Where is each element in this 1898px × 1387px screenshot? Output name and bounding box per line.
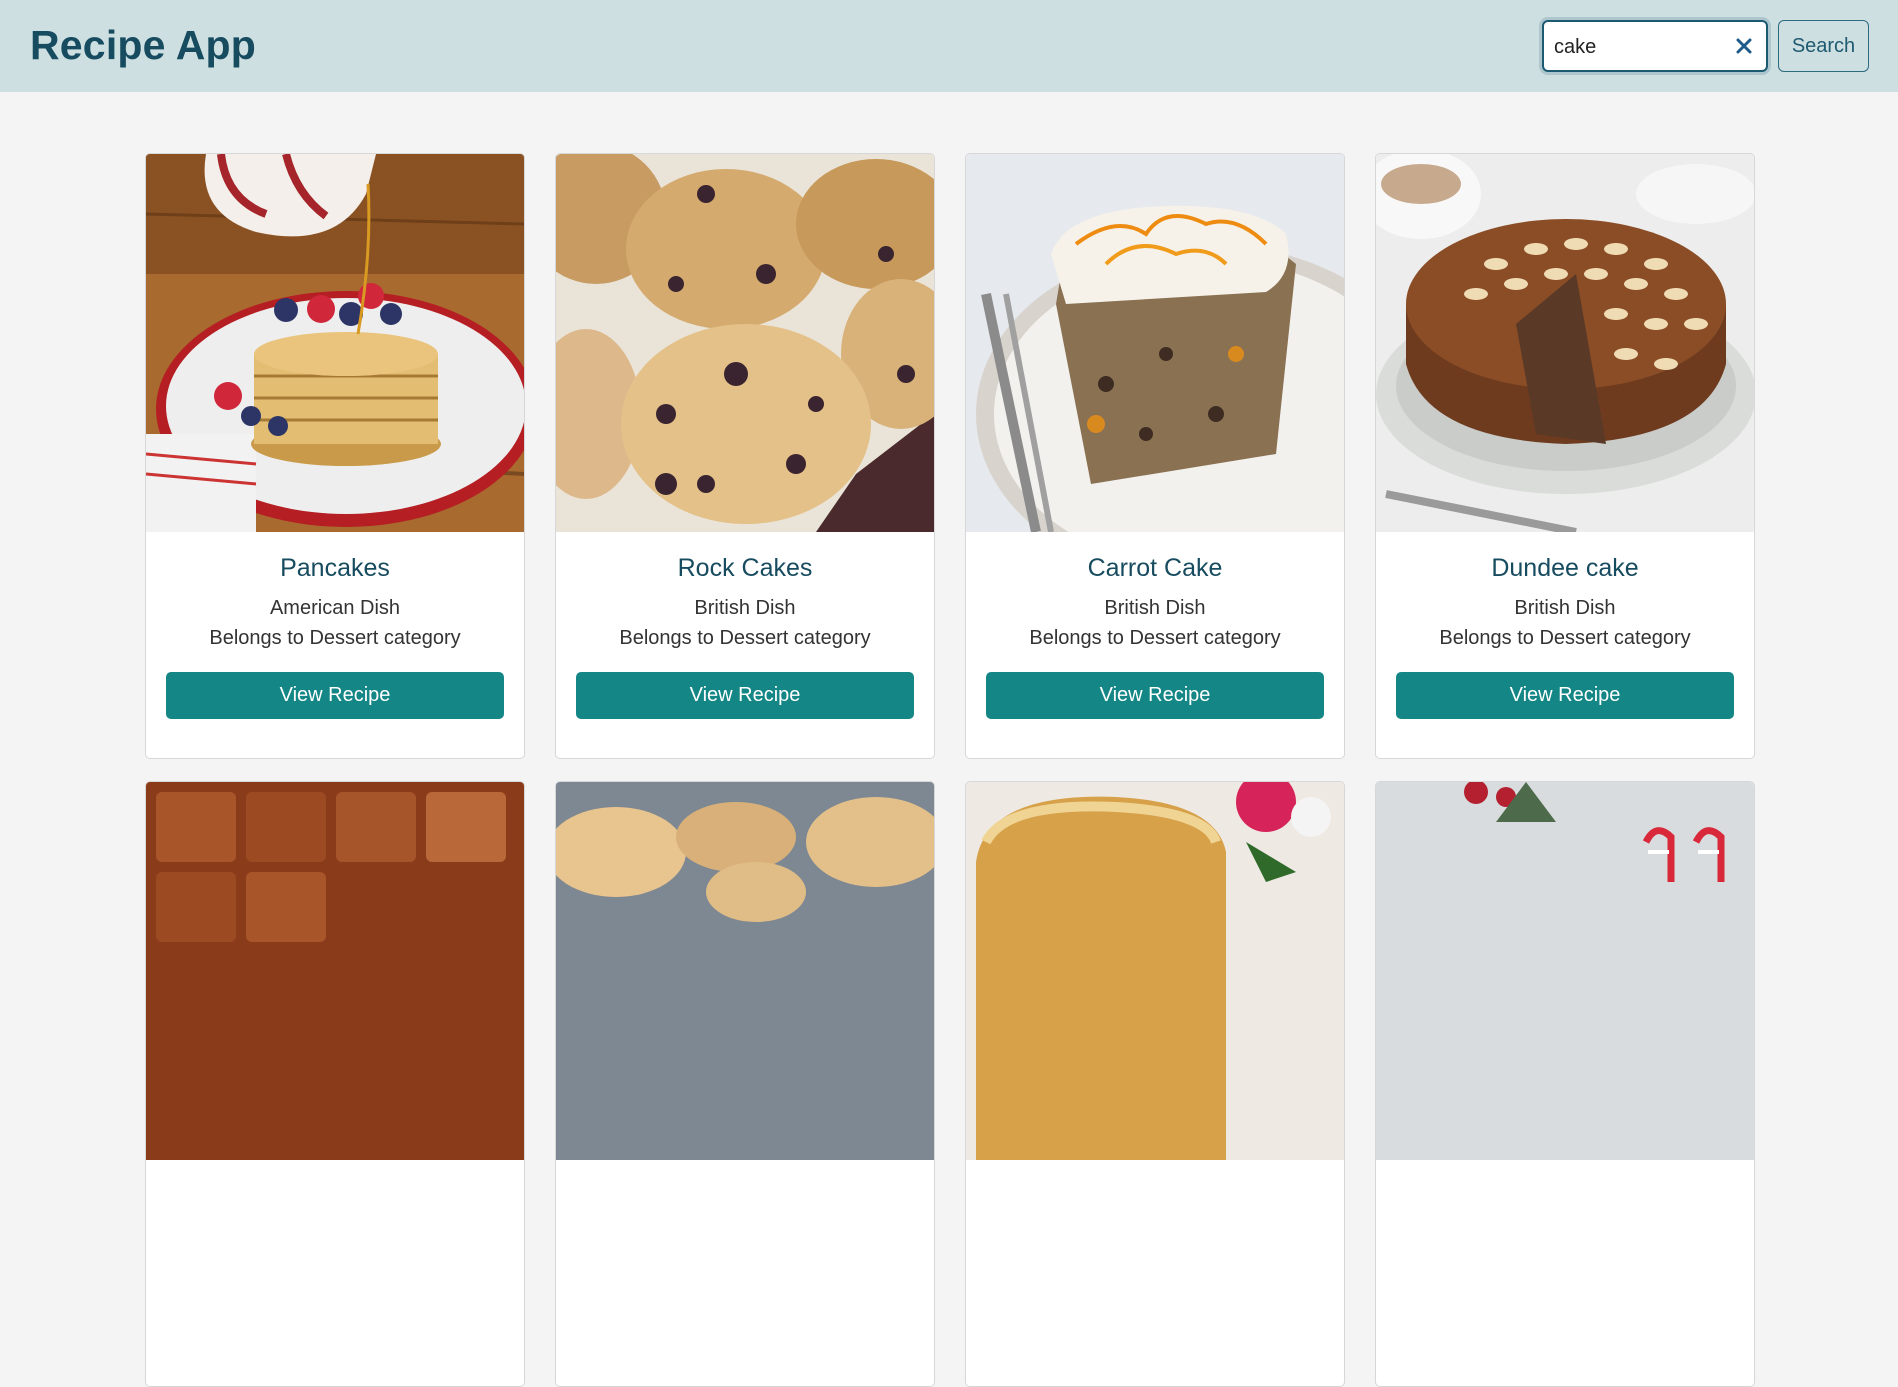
app-header: Recipe App Search <box>0 0 1898 92</box>
recipe-area: British Dish <box>1104 597 1206 619</box>
recipe-title: Carrot Cake <box>1087 554 1223 582</box>
recipe-card <box>145 781 525 1387</box>
search-input[interactable] <box>1554 34 1724 60</box>
recipe-area: British Dish <box>1514 597 1616 619</box>
recipe-image <box>556 782 934 1160</box>
recipe-image-carrot-cake <box>966 154 1344 532</box>
recipe-image-pancakes <box>146 154 524 532</box>
recipe-category: Belongs to Dessert category <box>209 627 461 649</box>
search-box[interactable] <box>1542 20 1768 72</box>
recipe-title: Dundee cake <box>1491 554 1639 582</box>
recipe-card: Carrot Cake British Dish Belongs to Dess… <box>965 153 1345 759</box>
view-recipe-button[interactable]: View Recipe <box>576 672 914 719</box>
recipe-title: Rock Cakes <box>677 554 813 582</box>
recipe-card <box>965 781 1345 1387</box>
view-recipe-button[interactable]: View Recipe <box>986 672 1324 719</box>
app-title: Recipe App <box>30 22 257 68</box>
recipe-card: Rock Cakes British Dish Belongs to Desse… <box>555 153 935 759</box>
search-button[interactable]: Search <box>1778 20 1869 72</box>
recipe-image-rock-cakes <box>556 154 934 532</box>
recipe-card: Dundee cake British Dish Belongs to Dess… <box>1375 153 1755 759</box>
recipe-area: American Dish <box>269 597 401 619</box>
recipe-title: Pancakes <box>280 554 390 582</box>
recipe-category: Belongs to Dessert category <box>619 627 871 649</box>
recipe-image-dundee-cake <box>1376 154 1754 532</box>
close-icon[interactable] <box>1732 34 1756 58</box>
recipe-card <box>555 781 935 1387</box>
recipe-card <box>1375 781 1755 1387</box>
recipe-category: Belongs to Dessert category <box>1029 627 1281 649</box>
view-recipe-button[interactable]: View Recipe <box>1396 672 1734 719</box>
recipe-image <box>966 782 1344 1160</box>
recipe-category: Belongs to Dessert category <box>1439 627 1691 649</box>
view-recipe-button[interactable]: View Recipe <box>166 672 504 719</box>
recipe-card: Pancakes American Dish Belongs to Desser… <box>145 153 525 759</box>
recipe-image <box>146 782 524 1160</box>
recipe-image <box>1376 782 1754 1160</box>
recipe-area: British Dish <box>694 597 796 619</box>
